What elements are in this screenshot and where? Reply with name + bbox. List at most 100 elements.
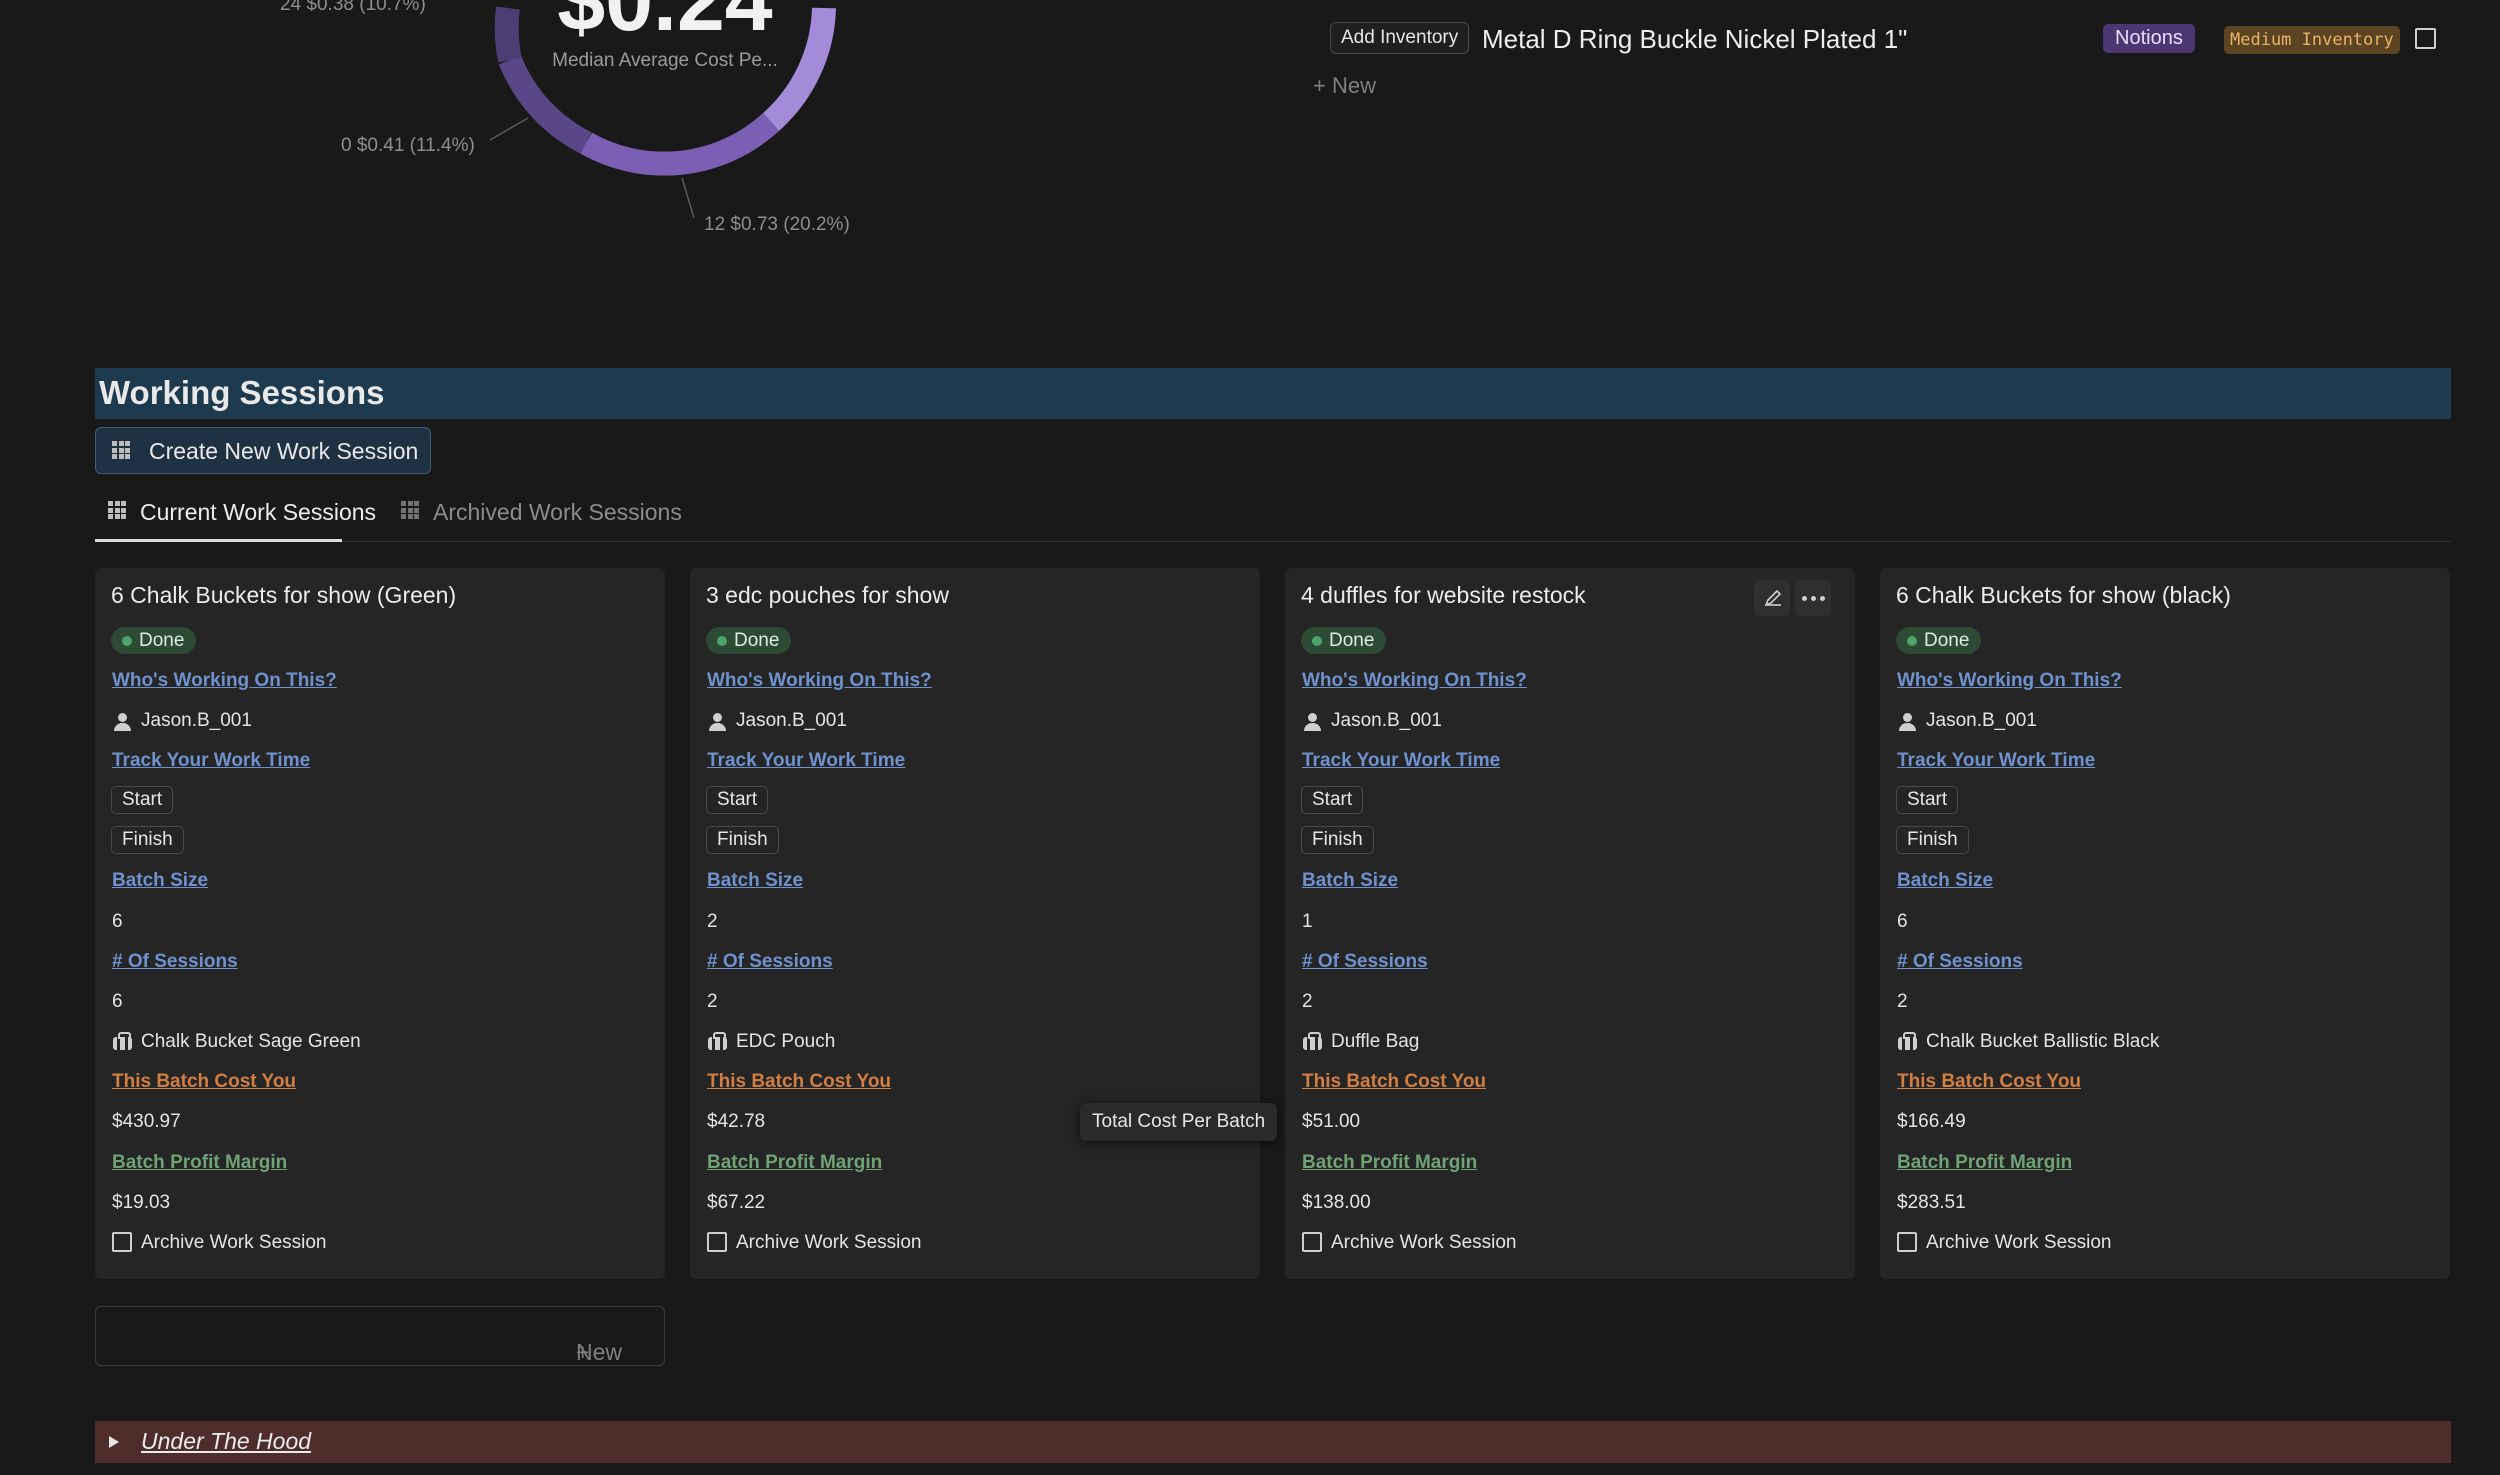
who-working-label[interactable]: Who's Working On This? [112,670,337,692]
finish-button[interactable]: Finish [1301,826,1374,854]
product-name[interactable]: Chalk Bucket Ballistic Black [1926,1031,2159,1053]
edit-button[interactable] [1754,580,1790,616]
donut-segment-dark [498,55,592,154]
sessions-label[interactable]: # Of Sessions [112,951,238,973]
track-time-label[interactable]: Track Your Work Time [707,750,905,772]
batch-size-label[interactable]: Batch Size [707,870,803,892]
product-name[interactable]: EDC Pouch [736,1031,835,1053]
archive-checkbox[interactable] [1897,1232,1917,1252]
status-badge: Done [111,627,197,654]
profit-margin-value: $67.22 [707,1192,766,1213]
archive-checkbox[interactable] [1302,1232,1322,1252]
worker-name: Jason.B_001 [736,710,847,731]
work-session-card[interactable]: 6 Chalk Buckets for show (black) Done Wh… [1880,568,2450,1279]
work-session-card[interactable]: 6 Chalk Buckets for show (Green) Done Wh… [95,568,665,1279]
create-work-session-button[interactable]: Create New Work Session [95,427,431,474]
sessions-value: 2 [707,991,718,1012]
working-sessions-banner: Working Sessions [95,368,2451,419]
tabs-divider [95,541,2451,542]
card-title[interactable]: 4 duffles for website restock [1301,582,1586,609]
batch-cost-label[interactable]: This Batch Cost You [1302,1071,1486,1093]
person-icon [1899,713,1916,731]
finish-button[interactable]: Finish [706,826,779,854]
inventory-checkbox[interactable] [2415,28,2436,49]
batch-size-value: 6 [112,911,123,932]
archive-checkbox[interactable] [112,1232,132,1252]
person-icon [1304,713,1321,731]
batch-size-label[interactable]: Batch Size [1302,870,1398,892]
who-working-label[interactable]: Who's Working On This? [1897,670,2122,692]
profit-margin-label[interactable]: Batch Profit Margin [1302,1152,1477,1174]
new-card-button[interactable]: + New [95,1306,665,1366]
batch-size-value: 1 [1302,911,1313,932]
table-icon [108,501,126,519]
start-button[interactable]: Start [1896,786,1959,814]
profit-margin-value: $19.03 [112,1192,171,1213]
new-label: New [1331,73,1376,98]
batch-cost-value: $430.97 [112,1111,181,1132]
start-button[interactable]: Start [111,786,174,814]
product-icon [708,1032,727,1050]
start-button[interactable]: Start [1301,786,1364,814]
sessions-label[interactable]: # Of Sessions [1302,951,1428,973]
track-time-label[interactable]: Track Your Work Time [1302,750,1500,772]
track-time-label[interactable]: Track Your Work Time [112,750,310,772]
finish-button[interactable]: Finish [111,826,184,854]
who-working-label[interactable]: Who's Working On This? [707,670,932,692]
tag-medium-inventory: Medium Inventory [2224,26,2400,54]
person-icon [114,713,131,731]
donut-segment-darker [494,6,522,63]
donut-label-left: 0 $0.41 (11.4%) [341,135,475,156]
archive-label: Archive Work Session [141,1232,327,1253]
sessions-label[interactable]: # Of Sessions [707,951,833,973]
sessions-label[interactable]: # Of Sessions [1897,951,2023,973]
who-working-label[interactable]: Who's Working On This? [1302,670,1527,692]
work-session-card[interactable]: 3 edc pouches for show Done Who's Workin… [690,568,1260,1279]
new-card-label: New [576,1339,623,1365]
donut-svg [489,6,836,219]
batch-size-value: 2 [707,911,718,932]
start-button[interactable]: Start [706,786,769,814]
donut-label-top: 24 $0.38 (10.7%) [280,0,426,15]
archive-label: Archive Work Session [1926,1232,2112,1253]
profit-margin-label[interactable]: Batch Profit Margin [112,1152,287,1174]
more-options-button[interactable] [1795,580,1831,616]
batch-cost-label[interactable]: This Batch Cost You [1897,1071,2081,1093]
tab-current-label: Current Work Sessions [140,499,377,525]
person-icon [709,713,726,731]
product-name[interactable]: Chalk Bucket Sage Green [141,1031,361,1053]
worker-name: Jason.B_001 [141,710,252,731]
status-badge: Done [1301,627,1387,654]
tab-active-indicator [95,539,342,542]
product-name[interactable]: Duffle Bag [1331,1031,1419,1053]
profit-margin-label[interactable]: Batch Profit Margin [1897,1152,2072,1174]
product-icon [1303,1032,1322,1050]
card-title[interactable]: 6 Chalk Buckets for show (black) [1896,582,2231,609]
worker-name: Jason.B_001 [1331,710,1442,731]
batch-cost-value: $51.00 [1302,1111,1361,1132]
tag-notions: Notions [2103,24,2195,53]
track-time-label[interactable]: Track Your Work Time [1897,750,2095,772]
under-the-hood-label[interactable]: Under The Hood [141,1428,311,1455]
add-inventory-button[interactable]: Add Inventory [1330,22,1470,54]
archive-label: Archive Work Session [1331,1232,1517,1253]
batch-cost-label[interactable]: This Batch Cost You [707,1071,891,1093]
batch-size-label[interactable]: Batch Size [1897,870,1993,892]
profit-margin-value: $283.51 [1897,1192,1966,1213]
archive-label: Archive Work Session [736,1232,922,1253]
inventory-item-title[interactable]: Metal D Ring Buckle Nickel Plated 1" [1482,24,1907,55]
card-title[interactable]: 3 edc pouches for show [706,582,949,609]
card-title[interactable]: 6 Chalk Buckets for show (Green) [111,582,456,609]
sessions-value: 2 [1302,991,1313,1012]
archive-checkbox[interactable] [707,1232,727,1252]
donut-center-value: $0.24 [557,0,773,49]
pencil-icon [1764,589,1782,607]
under-the-hood-toggle[interactable]: Under The Hood [95,1421,2451,1463]
batch-size-label[interactable]: Batch Size [112,870,208,892]
finish-button[interactable]: Finish [1896,826,1969,854]
inventory-new-button[interactable]: + New [1313,73,1376,99]
profit-margin-label[interactable]: Batch Profit Margin [707,1152,882,1174]
batch-cost-label[interactable]: This Batch Cost You [112,1071,296,1093]
tooltip: Total Cost Per Batch [1080,1103,1278,1141]
work-session-card[interactable]: 4 duffles for website restock Done Who's… [1285,568,1855,1279]
